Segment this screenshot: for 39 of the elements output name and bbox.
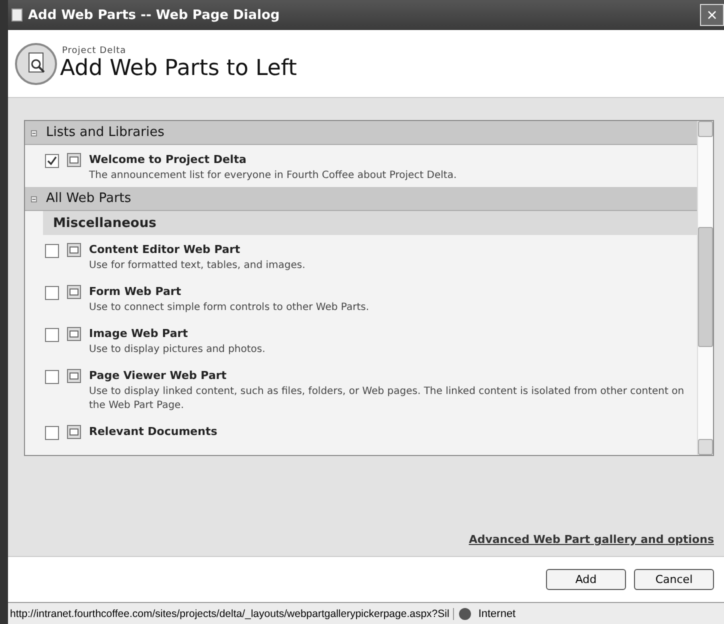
web-part-description: The announcement list for everyone in Fourth Coffee about Project Delta. (89, 169, 457, 183)
web-part-name: Welcome to Project Delta (89, 153, 248, 166)
web-part-icon (67, 153, 81, 167)
web-part-description: Use to display pictures and photos. (89, 343, 266, 357)
checkbox[interactable] (45, 328, 59, 342)
dialog-button[interactable]: Cancel (634, 569, 714, 590)
web-part-description: Use for formatted text, tables, and images. (89, 259, 306, 273)
checkbox[interactable] (45, 154, 59, 168)
web-part-icon (67, 285, 81, 299)
checkbox[interactable] (45, 244, 59, 258)
web-part-icon (67, 369, 81, 383)
status-url: http://intranet.fourthcoffee.com/sites/projects/delta/_layouts/webpartgallerypickerpage.aspx?Sil (8, 608, 454, 620)
security-zone: Internet (477, 608, 516, 620)
scrollbar[interactable] (697, 121, 713, 455)
section-header[interactable]: All Web Parts (25, 187, 697, 211)
page-title: Add Web Parts to Left (60, 56, 297, 81)
search-page-icon (14, 42, 58, 86)
web-part-name: Page Viewer Web Part (89, 369, 228, 382)
web-part-icon (67, 425, 81, 439)
web-part-description: Use to connect simple form controls to other Web Parts. (89, 301, 369, 315)
web-part-icon (67, 243, 81, 257)
web-part-name: Relevant Documents (89, 425, 218, 438)
site-name: Project Delta (61, 46, 128, 56)
window-title: Add Web Parts -- Web Page Dialog (28, 8, 281, 22)
advanced-gallery-link[interactable]: Advanced Web Part gallery and options (468, 533, 714, 546)
web-part-name: Image Web Part (89, 327, 189, 340)
globe-icon (458, 606, 472, 620)
section-header[interactable]: Lists and Libraries (25, 121, 697, 145)
web-part-icon (67, 327, 81, 341)
web-part-description: Use to display linked content, such as files, folders, or Web pages. The linked content is isolated from other content on the Web Part Page. (89, 385, 686, 413)
checkbox[interactable] (45, 370, 59, 384)
checkbox[interactable] (45, 286, 59, 300)
web-part-name: Form Web Part (89, 285, 182, 298)
dialog-button[interactable]: Add (546, 569, 626, 590)
close-button[interactable]: × (700, 4, 724, 26)
web-part-name: Content Editor Web Part (89, 243, 242, 256)
page-icon (10, 8, 24, 22)
group-header: Miscellaneous (43, 211, 697, 235)
checkbox[interactable] (45, 426, 59, 440)
